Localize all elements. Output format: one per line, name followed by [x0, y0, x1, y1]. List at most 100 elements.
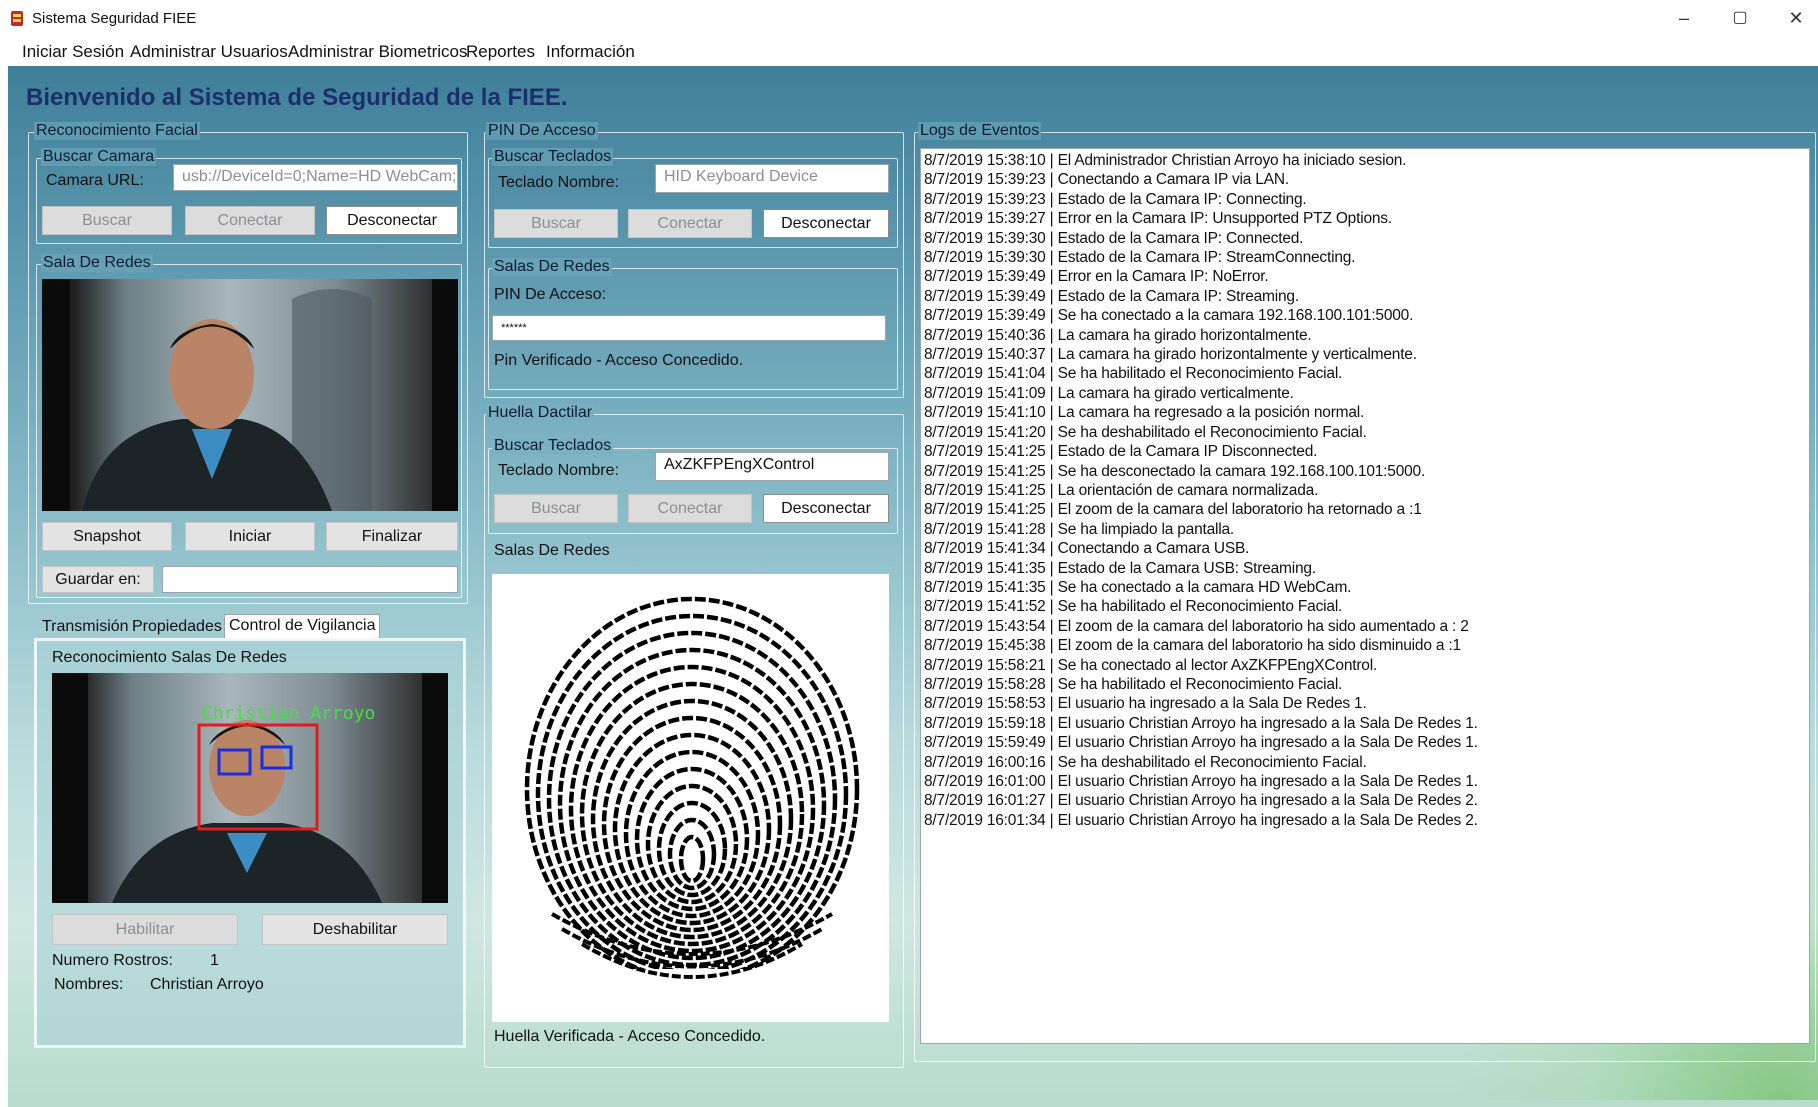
reconocimiento-salas-label: Reconocimiento Salas De Redes [52, 649, 287, 666]
log-line: 8/7/2019 16:01:00 | El usuario Christian… [924, 773, 1478, 790]
log-line: 8/7/2019 15:41:04 | Se ha habilitado el … [924, 365, 1343, 383]
tab-control-de-vigilancia[interactable]: Control de Vigilancia [224, 614, 381, 639]
log-line: 8/7/2019 15:41:35 | Se ha conectado a la… [924, 578, 1352, 596]
log-line: 8/7/2019 15:58:28 | Se ha habilitado el … [924, 675, 1343, 693]
numero-rostros-label: Numero Rostros: [52, 952, 173, 969]
guardar-en-field[interactable] [162, 566, 458, 593]
log-line: 8/7/2019 15:41:09 | La camara ha girado … [924, 384, 1294, 402]
log-line: 8/7/2019 15:41:10 | La camara ha regresa… [924, 404, 1365, 422]
log-line: 8/7/2019 16:00:16 | Se ha deshabilitado … [924, 753, 1367, 771]
huella-buscar-teclados-legend: Buscar Teclados [492, 437, 614, 455]
log-line: 8/7/2019 16:01:34 | El usuario Christian… [924, 811, 1478, 829]
conectar-camara-button[interactable]: Conectar [185, 206, 315, 235]
menu-administrar-usuarios[interactable]: Administrar Usuarios [130, 42, 288, 62]
log-line: 8/7/2019 15:41:25 | Se ha desconectado l… [924, 462, 1426, 480]
facial-recognition-legend: Reconocimiento Facial [34, 122, 200, 140]
pin-input[interactable]: ****** [492, 315, 886, 341]
camara-url-label: Camara URL: [46, 172, 144, 189]
log-line: 8/7/2019 15:39:49 | Estado de la Camara … [924, 287, 1299, 305]
person-image [42, 279, 458, 511]
surveillance-feed: Christian Arroyo [52, 673, 448, 903]
sala-de-redes-legend: Sala De Redes [41, 254, 153, 272]
camara-url-field[interactable]: usb://DeviceId=0;Name=HD WebCam; [173, 164, 458, 191]
tab-transmision[interactable]: Transmisión [38, 616, 133, 638]
fingerprint-display [492, 574, 889, 1022]
recognized-name-overlay: Christian Arroyo [202, 703, 376, 724]
huella-buscar-button[interactable]: Buscar [494, 494, 618, 523]
pin-buscar-button[interactable]: Buscar [494, 209, 618, 238]
log-line: 8/7/2019 15:41:25 | El zoom de la camara… [924, 501, 1422, 519]
log-line: 8/7/2019 16:01:27 | El usuario Christian… [924, 792, 1478, 810]
log-list: 8/7/2019 15:38:10 | El Administrador Chr… [924, 151, 1478, 830]
log-line: 8/7/2019 15:41:25 | Estado de la Camara … [924, 443, 1318, 461]
log-line: 8/7/2019 15:59:49 | El usuario Christian… [924, 734, 1478, 752]
pin-status-text: Pin Verificado - Acceso Concedido. [494, 352, 744, 369]
buscar-camara-legend: Buscar Camara [41, 148, 157, 166]
finalizar-button[interactable]: Finalizar [326, 522, 458, 551]
huella-teclado-nombre-label: Teclado Nombre: [498, 462, 619, 479]
log-line: 8/7/2019 15:41:52 | Se ha habilitado el … [924, 598, 1343, 616]
menu-informacion[interactable]: Información [546, 42, 635, 62]
log-textbox[interactable]: 8/7/2019 15:38:10 | El Administrador Chr… [920, 148, 1810, 1044]
log-line: 8/7/2019 15:40:37 | La camara ha girado … [924, 346, 1417, 364]
huella-conectar-button[interactable]: Conectar [628, 494, 752, 523]
log-line: 8/7/2019 15:58:53 | El usuario ha ingres… [924, 695, 1367, 713]
logs-legend: Logs de Eventos [918, 122, 1042, 140]
menu-reportes[interactable]: Reportes [466, 42, 535, 62]
camera-feed [42, 279, 458, 511]
log-line: 8/7/2019 15:41:35 | Estado de la Camara … [924, 559, 1316, 577]
pin-buscar-teclados-legend: Buscar Teclados [492, 148, 614, 166]
fingerprint-image [492, 596, 889, 1022]
menu-administrar-biometricos[interactable]: Administrar Biometricos [288, 42, 468, 62]
pin-salas-legend: Salas De Redes [492, 258, 612, 276]
pin-teclado-nombre-label: Teclado Nombre: [498, 174, 619, 191]
huella-dactilar-legend: Huella Dactilar [486, 404, 595, 422]
snapshot-button[interactable]: Snapshot [42, 522, 172, 551]
app-icon [11, 11, 23, 26]
pin-conectar-button[interactable]: Conectar [628, 209, 752, 238]
huella-teclado-nombre-field[interactable]: AxZKFPEngXControl [655, 452, 889, 481]
window-title: Sistema Seguridad FIEE [32, 10, 197, 27]
guardar-en-button[interactable]: Guardar en: [42, 566, 154, 593]
pin-desconectar-button[interactable]: Desconectar [763, 209, 889, 238]
log-line: 8/7/2019 15:39:49 | Se ha conectado a la… [924, 307, 1414, 325]
log-line: 8/7/2019 15:38:10 | El Administrador Chr… [924, 152, 1407, 169]
minimize-button[interactable]: – [1660, 4, 1708, 32]
desconectar-camara-button[interactable]: Desconectar [326, 206, 458, 235]
log-line: 8/7/2019 15:39:27 | Error en la Camara I… [924, 210, 1392, 228]
tab-propiedades[interactable]: Propiedades [128, 616, 226, 638]
huella-status-text: Huella Verificada - Acceso Concedido. [494, 1028, 766, 1045]
pin-teclado-nombre-field[interactable]: HID Keyboard Device [655, 164, 889, 193]
welcome-heading: Bienvenido al Sistema de Seguridad de la… [26, 84, 568, 111]
iniciar-button[interactable]: Iniciar [185, 522, 315, 551]
log-line: 8/7/2019 15:41:25 | La orientación de ca… [924, 481, 1319, 499]
nombres-label: Nombres: [54, 976, 124, 993]
close-button[interactable]: ✕ [1772, 4, 1818, 32]
menu-iniciar-sesion[interactable]: Iniciar Sesión [22, 42, 124, 62]
log-line: 8/7/2019 15:58:21 | Se ha conectado al l… [924, 656, 1378, 674]
log-line: 8/7/2019 15:41:34 | Conectando a Camara … [924, 540, 1250, 558]
log-line: 8/7/2019 15:59:18 | El usuario Christian… [924, 714, 1478, 732]
log-line: 8/7/2019 15:41:28 | Se ha limpiado la pa… [924, 520, 1235, 538]
huella-desconectar-button[interactable]: Desconectar [763, 494, 889, 523]
title-bar: Sistema Seguridad FIEE – ▢ ✕ [0, 0, 1818, 36]
menu-bar: Iniciar Sesión Administrar Usuarios Admi… [8, 36, 1818, 66]
nombres-value: Christian Arroyo [150, 976, 264, 993]
pin-de-acceso-label: PIN De Acceso: [494, 286, 607, 303]
log-line: 8/7/2019 15:39:30 | Estado de la Camara … [924, 229, 1304, 247]
huella-salas-label: Salas De Redes [494, 542, 610, 559]
log-line: 8/7/2019 15:39:30 | Estado de la Camara … [924, 249, 1356, 267]
habilitar-button[interactable]: Habilitar [52, 914, 238, 945]
maximize-button[interactable]: ▢ [1716, 4, 1764, 32]
log-line: 8/7/2019 15:39:23 | Conectando a Camara … [924, 171, 1289, 189]
log-line: 8/7/2019 15:43:54 | El zoom de la camara… [924, 617, 1469, 635]
pin-de-acceso-legend: PIN De Acceso [486, 122, 598, 140]
log-line: 8/7/2019 15:39:49 | Error en la Camara I… [924, 268, 1269, 286]
log-line: 8/7/2019 15:45:38 | El zoom de la camara… [924, 637, 1461, 655]
buscar-camara-button[interactable]: Buscar [42, 206, 172, 235]
deshabilitar-button[interactable]: Deshabilitar [262, 914, 448, 945]
log-line: 8/7/2019 15:40:36 | La camara ha girado … [924, 326, 1312, 344]
log-line: 8/7/2019 15:39:23 | Estado de la Camara … [924, 190, 1307, 208]
log-line: 8/7/2019 15:41:20 | Se ha deshabilitado … [924, 423, 1367, 441]
numero-rostros-value: 1 [210, 952, 219, 969]
